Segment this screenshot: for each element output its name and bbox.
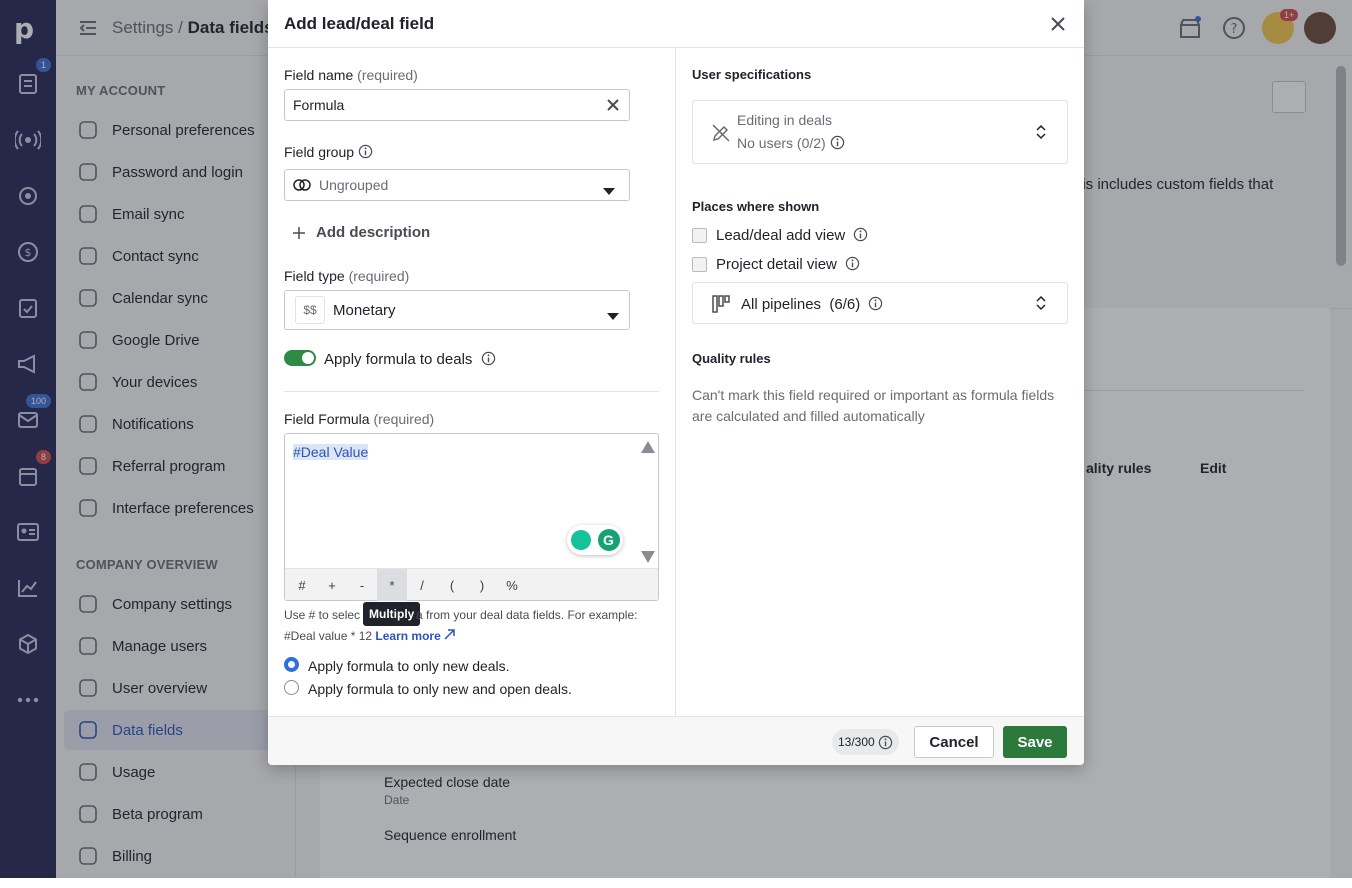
updown-icon [1035, 124, 1047, 145]
close-icon[interactable] [1048, 14, 1068, 34]
operator-toolbar: # + - * /()% [285, 568, 658, 601]
radio-new-open-deals-label: Apply formula to only new and open deals… [308, 681, 572, 697]
places-title: Places where shown [692, 199, 820, 214]
add-description-button[interactable]: Add description [292, 224, 430, 241]
field-group-select[interactable]: Ungrouped [284, 169, 630, 201]
field-group-value: Ungrouped [319, 177, 389, 193]
radio-new-open-deals[interactable] [284, 680, 299, 695]
field-name-value: Formula [293, 97, 345, 113]
char-count-text: 13/300 [838, 735, 875, 749]
learn-more-link[interactable]: Learn more [375, 629, 455, 643]
user-specs-title: User specifications [692, 67, 812, 82]
pipelines-text: All pipelines (6/6) [741, 296, 883, 313]
learn-more-text: Learn more [375, 629, 441, 643]
required-hint: (required) [373, 411, 435, 427]
place-project-detail: Project detail view [716, 256, 860, 273]
field-name-input[interactable]: Formula [284, 89, 630, 121]
quality-title: Quality rules [692, 351, 771, 366]
formula-help: Use # to selec a from your deal data fiel… [284, 608, 637, 622]
info-icon[interactable] [481, 351, 496, 366]
required-hint: (required) [348, 268, 410, 284]
group-icon [293, 179, 311, 191]
add-field-modal: Add lead/deal field Field name (required… [268, 0, 1084, 765]
percent-button[interactable]: % [497, 569, 527, 601]
checkbox-project-detail[interactable] [692, 257, 707, 272]
editing-sub-text: No users (0/2) [737, 135, 826, 151]
cancel-button[interactable]: Cancel [914, 726, 994, 758]
plus-icon [293, 226, 305, 239]
quality-text: Can't mark this field required or import… [692, 387, 1055, 424]
formula-token[interactable]: #Deal Value [293, 444, 369, 460]
pipelines-count: (6/6) [829, 296, 861, 313]
formula-example: #Deal value * 12 Learn more [284, 629, 455, 643]
formula-editor[interactable]: #Deal Value G # + - * /()% [284, 433, 659, 601]
place-add-view-text: Lead/deal add view [716, 227, 846, 244]
editing-title: Editing in deals [737, 112, 832, 128]
modal-left-column: Field name (required) Formula Field grou… [268, 48, 676, 716]
radio-new-deals[interactable] [284, 657, 299, 672]
add-description-label: Add description [316, 224, 431, 241]
grammarly-icon: G [597, 529, 620, 551]
info-icon[interactable] [845, 256, 860, 271]
formula-label: Field Formula (required) [284, 411, 434, 427]
place-add-view: Lead/deal add view [716, 227, 868, 244]
apply-formula-label: Apply formula to deals [324, 351, 496, 368]
field-group-label: Field group [284, 144, 373, 160]
no-edit-icon [711, 123, 731, 148]
help-text-b: a from your deal data fields. For exampl… [416, 608, 638, 622]
pipelines-select[interactable]: All pipelines (6/6) [692, 282, 1068, 324]
open-paren-button[interactable]: ( [437, 569, 467, 601]
external-link-icon [444, 629, 455, 640]
field-name-label: Field name (required) [284, 67, 418, 83]
help-text-a: Use # to selec [284, 608, 361, 622]
modal-right-column: User specifications Editing in deals No … [676, 48, 1084, 716]
editing-sub: No users (0/2) [737, 135, 845, 151]
pipeline-icon [711, 294, 731, 319]
chevron-down-icon [607, 307, 619, 323]
close-paren-button[interactable]: ) [467, 569, 497, 601]
minus-button[interactable]: - [347, 569, 377, 601]
updown-icon [1035, 295, 1047, 316]
info-icon[interactable] [868, 296, 883, 311]
char-counter: 13/300 [832, 729, 900, 755]
field-group-label-text: Field group [284, 144, 355, 160]
plus-button[interactable]: + [317, 569, 347, 601]
field-type-value: Monetary [333, 301, 396, 319]
place-project-detail-text: Project detail view [716, 256, 837, 273]
info-icon[interactable] [830, 135, 845, 150]
chevron-down-icon [603, 182, 615, 198]
hash-button[interactable]: # [287, 569, 317, 601]
clear-icon[interactable] [605, 97, 621, 113]
divide-button[interactable]: / [407, 569, 437, 601]
required-hint: (required) [357, 67, 418, 83]
field-name-label-text: Field name [284, 67, 354, 83]
monetary-icon: $$ [295, 296, 325, 324]
save-button[interactable]: Save [1003, 726, 1067, 758]
editing-permissions-select[interactable]: Editing in deals No users (0/2) [692, 100, 1068, 164]
info-icon[interactable] [878, 735, 893, 750]
formula-label-text: Field Formula [284, 411, 370, 427]
info-icon[interactable] [853, 227, 868, 242]
radio-new-deals-label: Apply formula to only new deals. [308, 658, 510, 674]
field-type-label-text: Field type [284, 268, 345, 284]
bulb-assist-icon [570, 530, 591, 550]
scroll-up-icon[interactable] [641, 440, 655, 454]
apply-formula-label-text: Apply formula to deals [324, 351, 473, 368]
field-type-label: Field type (required) [284, 268, 409, 284]
grammarly-widget[interactable]: G [567, 525, 623, 555]
section-divider [284, 391, 659, 392]
modal-footer: 13/300 Cancel Save [268, 716, 1084, 765]
scroll-down-icon[interactable] [641, 550, 655, 564]
field-type-select[interactable]: $$ Monetary [284, 290, 630, 330]
pipelines-label: All pipelines [741, 296, 822, 313]
modal-title: Add lead/deal field [268, 0, 1084, 48]
info-icon[interactable] [358, 144, 373, 159]
example-text: #Deal value * 12 [284, 629, 373, 643]
checkbox-add-view[interactable] [692, 228, 707, 243]
toggle-knob [302, 352, 314, 364]
apply-formula-toggle[interactable] [284, 350, 316, 366]
multiply-button[interactable]: * [377, 569, 407, 601]
